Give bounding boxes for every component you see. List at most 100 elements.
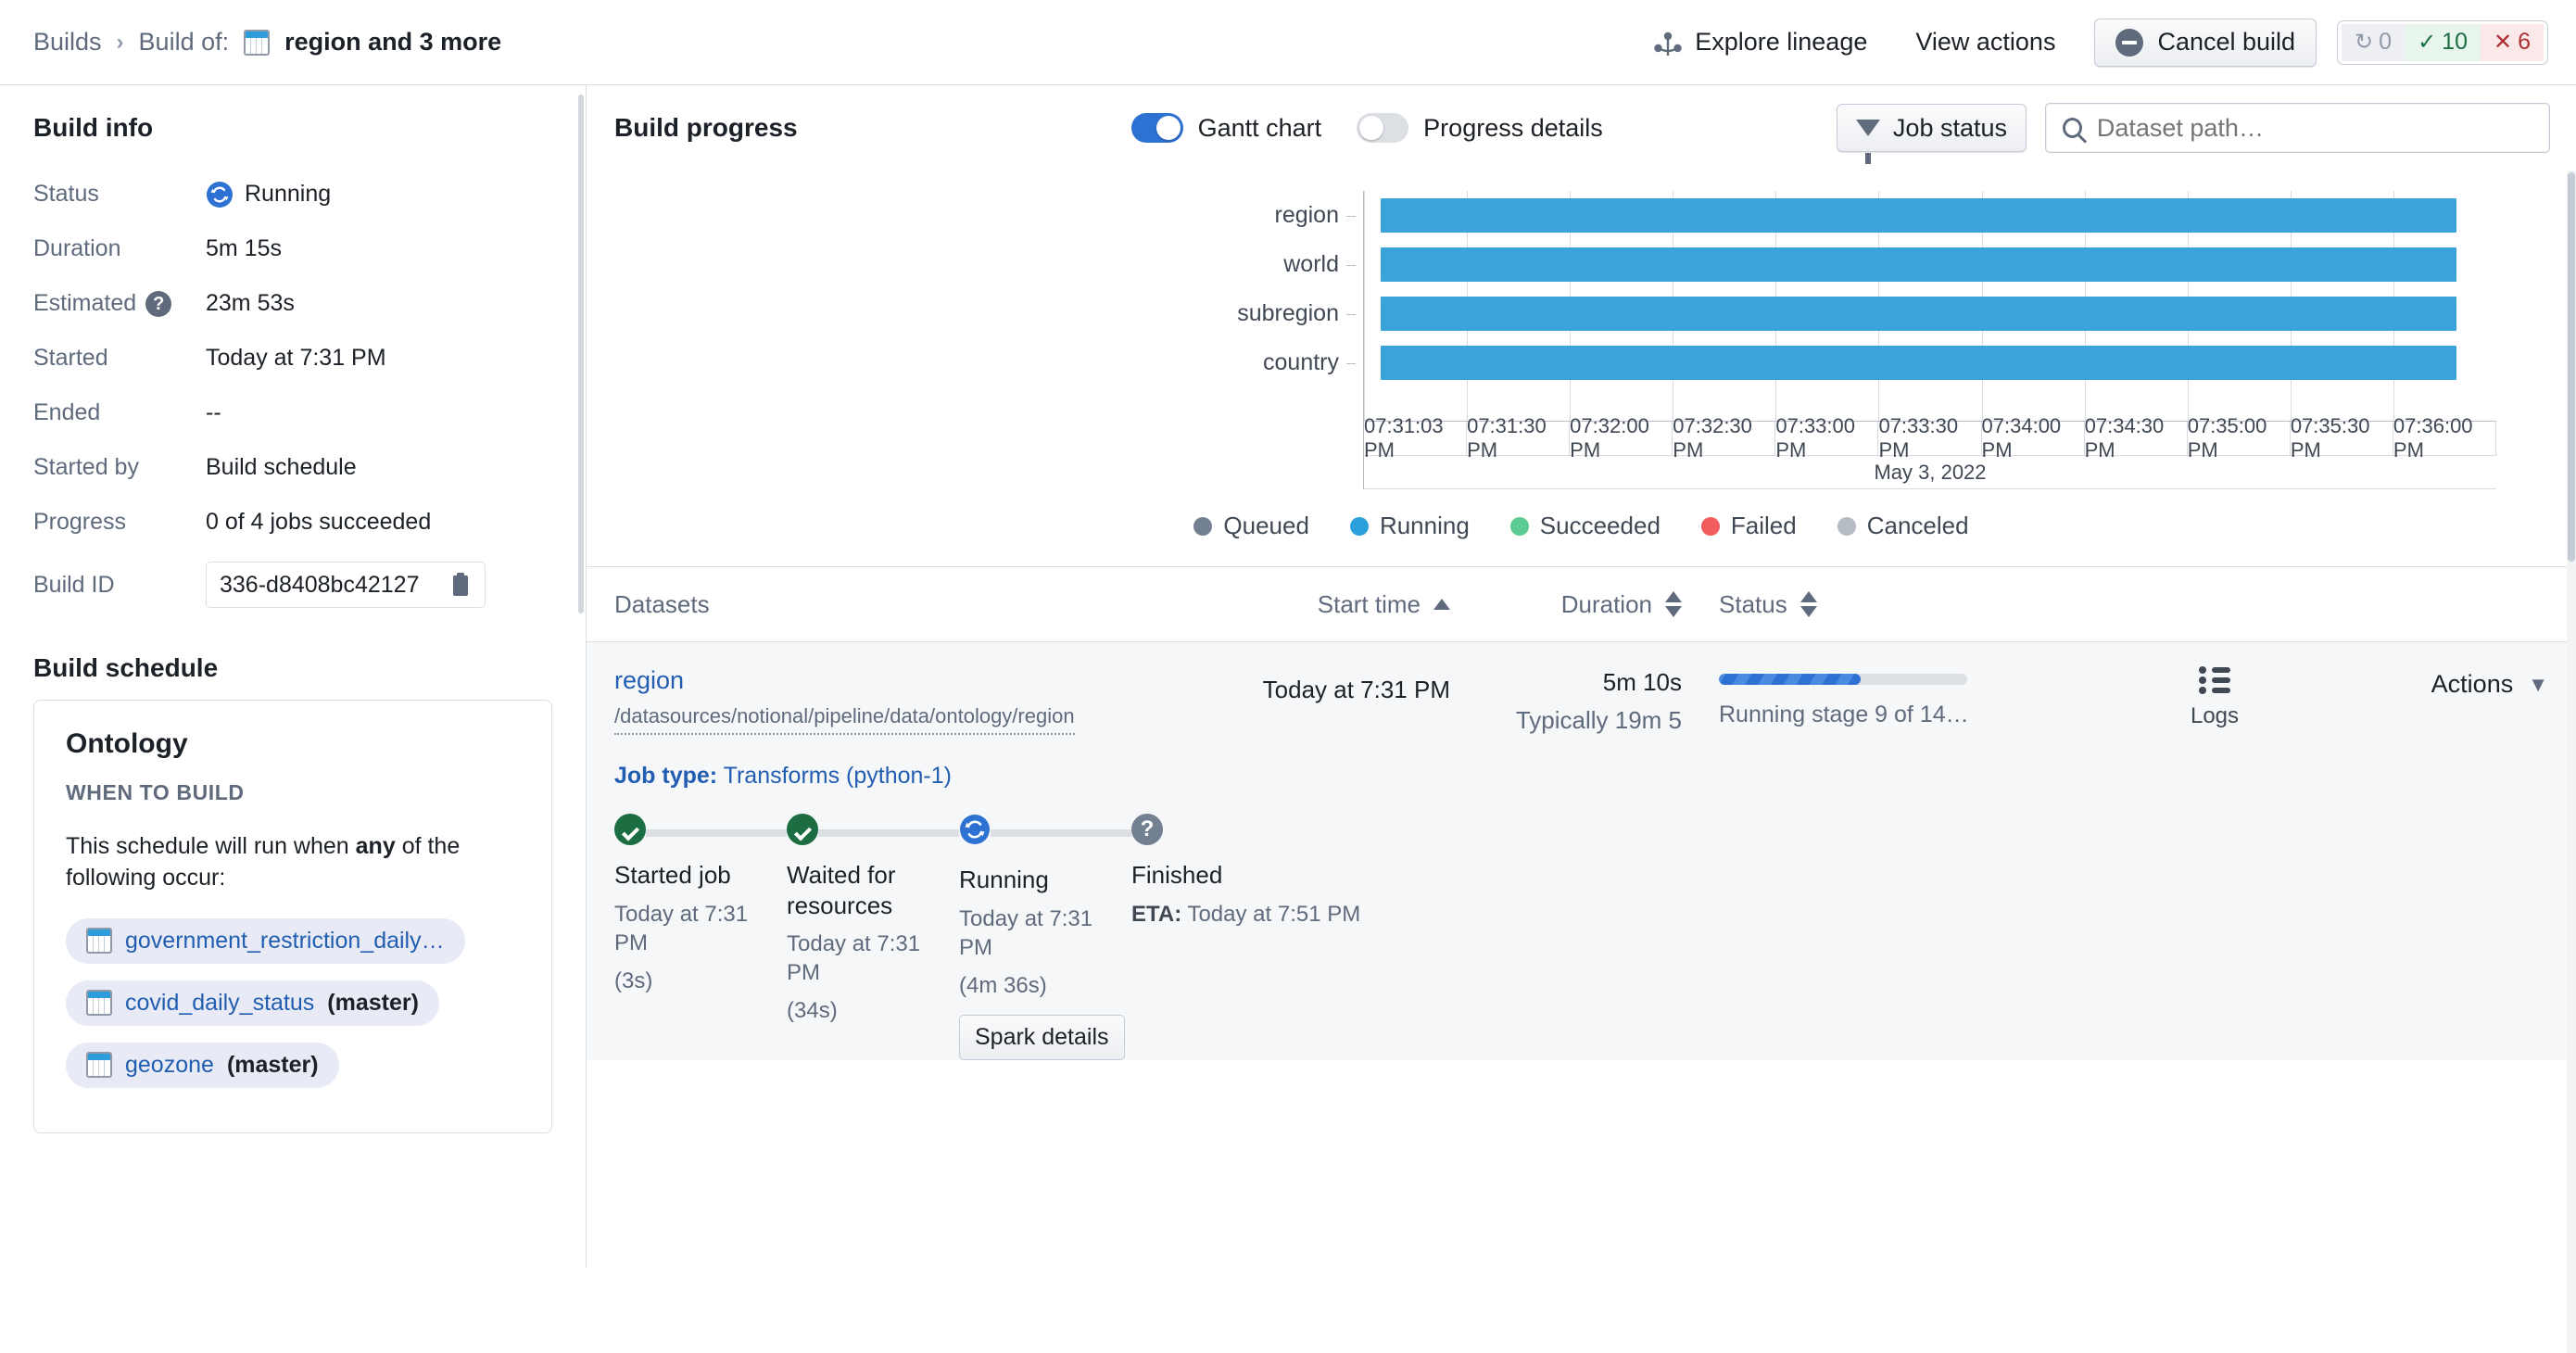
info-key-estimated: Estimated ? (33, 290, 206, 317)
step-3-title: Finished (1131, 861, 1223, 889)
info-row-progress: Progress 0 of 4 jobs succeeded (33, 500, 552, 544)
gantt-y-label-1: world (1143, 240, 1356, 289)
row-dataset-path[interactable]: /datasources/notional/pipeline/data/onto… (614, 704, 1075, 735)
gantt-bar-subregion[interactable] (1381, 297, 2457, 331)
check-circle-icon (787, 814, 818, 845)
row-progress-text: Running stage 9 of 14… (1719, 702, 1969, 727)
schedule-tag-1[interactable]: covid_daily_status (master) (66, 980, 439, 1026)
legend-label-succeeded: Succeeded (1539, 512, 1661, 539)
column-header-datasets[interactable]: Datasets (614, 590, 1207, 619)
clipboard-icon[interactable] (449, 572, 472, 598)
info-key-duration: Duration (33, 235, 121, 261)
build-progress-header: Build progress Gantt chart Progress deta… (587, 85, 2576, 171)
info-key-started-by: Started by (33, 454, 139, 480)
column-header-start-time-label: Start time (1317, 589, 1421, 618)
progress-details-toggle[interactable]: Progress details (1357, 113, 1603, 143)
progress-details-switch[interactable] (1357, 113, 1409, 143)
legend-dot-canceled (1837, 516, 1856, 536)
step-connector (818, 829, 959, 837)
gantt-bar-country[interactable] (1381, 346, 2457, 380)
gantt-tick-label: 07:36:00 PM (2393, 414, 2496, 462)
status-text: Running (245, 181, 332, 207)
schedule-description: This schedule will run when any of the f… (66, 831, 520, 894)
row-progress-bar-fill (1719, 674, 1861, 685)
row-duration: 5m 10s (1602, 668, 1682, 696)
view-actions-button[interactable]: View actions (1891, 28, 2079, 57)
gantt-chart-toggle-label: Gantt chart (1197, 113, 1322, 142)
help-icon[interactable]: ? (145, 290, 172, 317)
build-info-panel: Build info Status Running Duration 5m 15… (0, 85, 587, 1268)
explore-lineage-button[interactable]: Explore lineage (1629, 28, 1891, 57)
breadcrumb-builds-link[interactable]: Builds (33, 28, 102, 57)
progress-details-toggle-label: Progress details (1423, 113, 1603, 142)
column-header-status[interactable]: Status (1682, 590, 1867, 619)
gantt-chart-toggle[interactable]: Gantt chart (1130, 113, 1322, 143)
status-badge-succeeded-count: 10 (2442, 29, 2468, 55)
cancel-build-button[interactable]: Cancel build (2094, 18, 2317, 67)
gantt-tick-label: 07:33:00 PM (1775, 414, 1879, 462)
info-key-progress: Progress (33, 509, 127, 535)
gantt-y-axis-labels: region world subregion country (1143, 191, 1356, 387)
schedule-desc-bold: any (355, 833, 396, 859)
status-badge-failed[interactable]: ✕ 6 (2480, 23, 2544, 61)
spark-details-button[interactable]: Spark details (959, 1015, 1125, 1061)
schedule-tag-0[interactable]: government_restriction_daily… (66, 917, 465, 964)
step-1-title: Waited for resources (787, 861, 896, 919)
row-logs-button[interactable]: Logs (2145, 666, 2284, 729)
column-header-duration[interactable]: Duration (1450, 590, 1682, 619)
info-row-started: Started Today at 7:31 PM (33, 336, 552, 380)
gantt-tick-label: 07:34:00 PM (1982, 414, 2085, 462)
explore-lineage-label: Explore lineage (1695, 28, 1868, 56)
step-started-job: Started job Today at 7:31 PM (3s) (614, 814, 787, 1060)
status-badge-succeeded[interactable]: ✓ 10 (2405, 23, 2481, 61)
running-circle-icon (960, 815, 990, 844)
info-key-started: Started (33, 345, 108, 371)
step-0-sub2: (3s) (614, 967, 653, 993)
row-steps: Started job Today at 7:31 PM (3s) Waited… (614, 814, 2548, 1061)
cancel-icon (2115, 28, 2144, 57)
step-1-sub1: Today at 7:31 PM (787, 931, 921, 986)
main-scrollbar[interactable] (2567, 171, 2576, 1353)
schedule-tag-2[interactable]: geozone (master) (66, 1042, 339, 1088)
row-status-cell: Running stage 9 of 14… (1682, 666, 2145, 728)
dataset-icon (244, 29, 271, 56)
info-value-estimated: 23m 53s (206, 290, 295, 316)
refresh-icon: ↻ (2355, 29, 2374, 55)
row-actions-button[interactable]: Actions ▼ (2284, 666, 2548, 699)
step-3-eta-label: ETA: (1131, 901, 1182, 927)
running-icon (207, 181, 233, 208)
build-progress-title: Build progress (614, 113, 798, 142)
legend-dot-running (1349, 516, 1369, 536)
legend-label-failed: Failed (1730, 512, 1797, 539)
step-3-sub1: ETA: Today at 7:51 PM (1131, 900, 1360, 929)
job-status-filter-button[interactable]: Job status (1836, 104, 2027, 164)
legend-dot-succeeded (1509, 516, 1529, 536)
row-job-type-value[interactable]: Transforms (python-1) (724, 763, 952, 789)
gantt-tick-label: 07:34:30 PM (2085, 414, 2188, 462)
gantt-date-label: May 3, 2022 (1364, 456, 2496, 489)
dataset-path-search[interactable] (2045, 103, 2550, 153)
check-circle-icon (614, 814, 646, 845)
column-header-duration-label: Duration (1560, 589, 1652, 618)
legend-item-failed: Failed (1700, 512, 1797, 540)
build-id-field[interactable]: 336-d8408bc42127 (206, 562, 486, 608)
status-badge-failed-count: 6 (2518, 29, 2531, 55)
left-panel-scrollbar[interactable] (578, 95, 584, 613)
legend-item-queued: Queued (1193, 512, 1309, 540)
column-header-start-time[interactable]: Start time (1207, 590, 1450, 619)
gantt-row-3 (1364, 338, 2496, 387)
gantt-bar-region[interactable] (1381, 198, 2457, 233)
legend-item-running: Running (1349, 512, 1470, 540)
toggle-knob (1359, 116, 1384, 140)
row-dataset-name[interactable]: region (614, 666, 1207, 695)
gantt-chart-switch[interactable] (1130, 113, 1183, 143)
build-id-value: 336-d8408bc42127 (220, 571, 420, 598)
scrollbar-thumb[interactable] (2568, 172, 2575, 562)
logs-icon (2199, 666, 2230, 694)
search-input[interactable] (2096, 113, 2532, 143)
filter-icon (1855, 120, 1880, 164)
top-bar: Builds › Build of: region and 3 more Exp… (0, 0, 2576, 85)
status-badge-queued[interactable]: ↻ 0 (2342, 23, 2406, 61)
step-running: Running Today at 7:31 PM (4m 36s) Spark … (959, 814, 1131, 1061)
gantt-bar-world[interactable] (1381, 247, 2457, 282)
